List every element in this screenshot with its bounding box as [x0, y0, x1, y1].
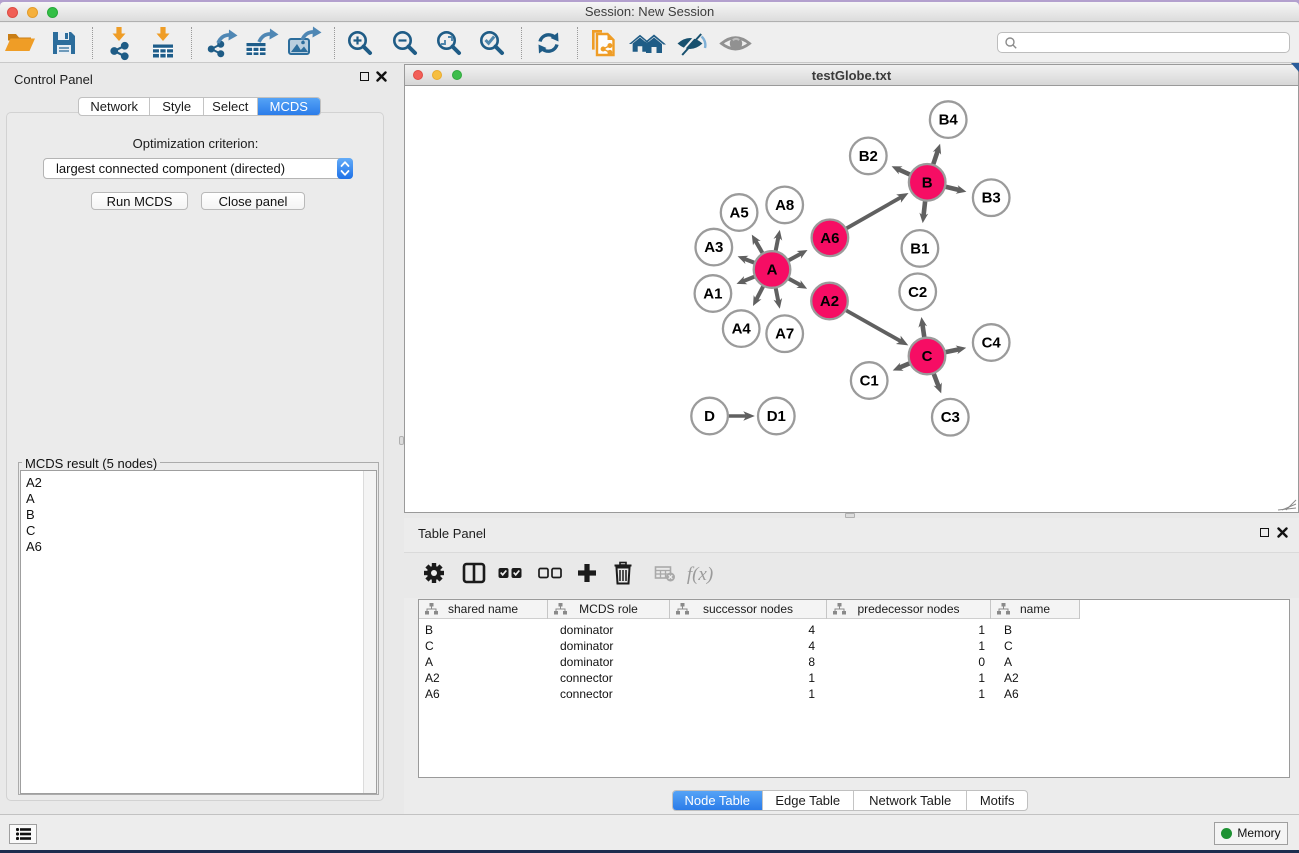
svg-text:C2: C2: [908, 284, 927, 301]
svg-text:A1: A1: [703, 286, 722, 303]
svg-text:A8: A8: [775, 197, 794, 214]
svg-text:C4: C4: [982, 335, 1002, 352]
svg-text:A7: A7: [775, 326, 794, 343]
svg-text:A: A: [767, 262, 778, 279]
svg-text:B2: B2: [859, 148, 878, 165]
svg-text:C3: C3: [941, 409, 960, 426]
svg-text:C: C: [922, 348, 933, 365]
svg-text:B3: B3: [982, 190, 1001, 207]
svg-text:D: D: [704, 408, 715, 425]
svg-text:f(x): f(x): [687, 564, 713, 585]
svg-text:A6: A6: [820, 230, 839, 247]
svg-text:B4: B4: [939, 112, 959, 129]
svg-text:A4: A4: [732, 321, 752, 338]
svg-text:B1: B1: [910, 240, 929, 257]
svg-text:A5: A5: [730, 205, 749, 222]
svg-text:B: B: [922, 174, 933, 191]
svg-text:C1: C1: [860, 373, 879, 390]
svg-text:A3: A3: [704, 239, 723, 256]
svg-text:A2: A2: [820, 293, 839, 310]
svg-text:D1: D1: [767, 408, 786, 425]
